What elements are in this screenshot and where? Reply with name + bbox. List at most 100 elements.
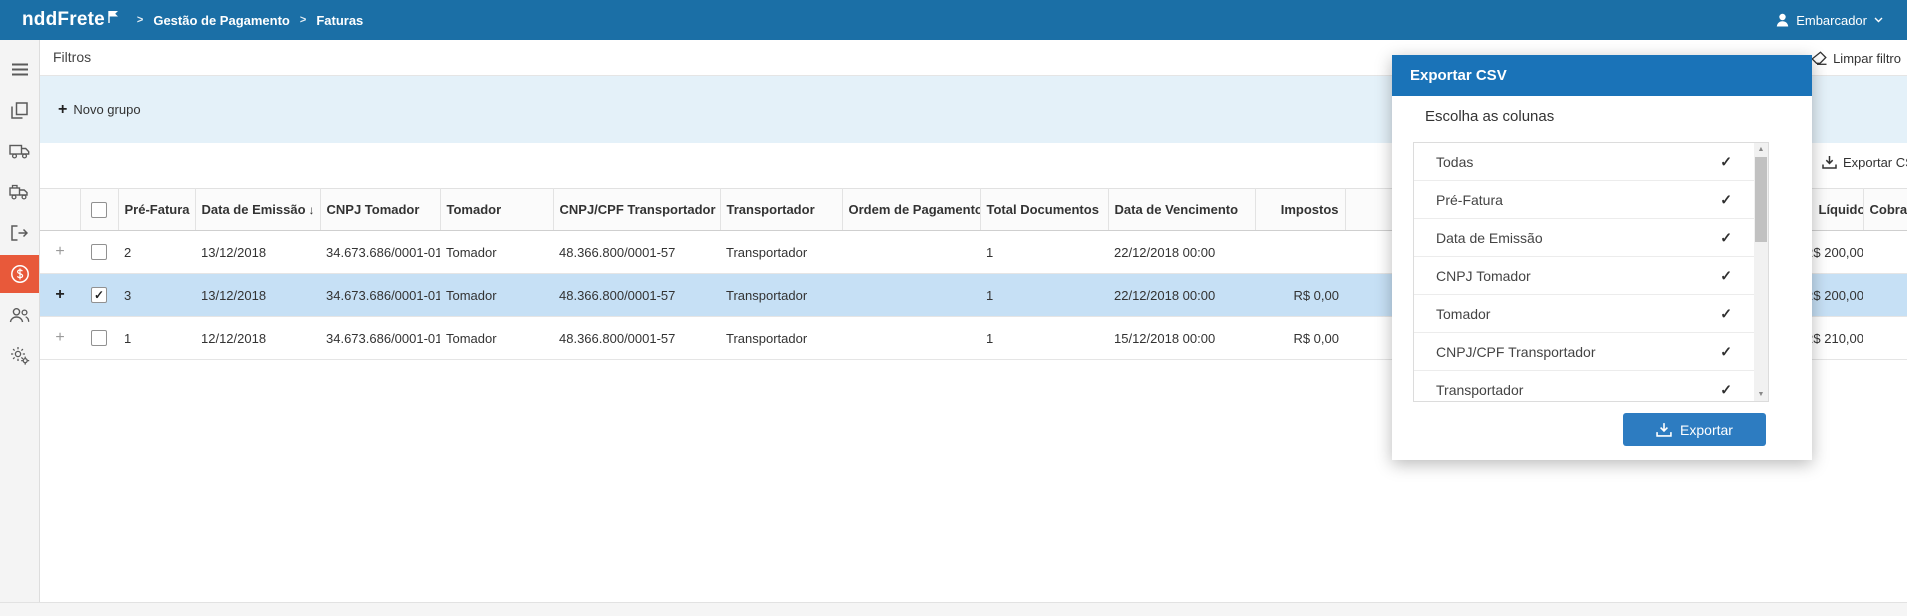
column-option-todas[interactable]: Todas ✓ — [1414, 143, 1768, 181]
cell-data-emissao: 13/12/2018 — [195, 230, 320, 274]
documents-icon — [11, 101, 28, 119]
column-options-list: Todas ✓ Pré-Fatura ✓ Data de Emissão ✓ C… — [1413, 142, 1769, 402]
cell-data-vencimento: 22/12/2018 00:00 — [1108, 273, 1255, 317]
column-header-cobranca[interactable]: Cobra — [1863, 188, 1907, 231]
modal-list-scrollbar[interactable]: ▲ ▼ — [1754, 143, 1768, 401]
sidebar-item-documents[interactable] — [0, 91, 39, 129]
eraser-icon — [1811, 51, 1827, 65]
export-button[interactable]: Exportar — [1623, 413, 1766, 446]
sidebar-item-truck[interactable] — [0, 132, 39, 170]
expand-row-icon[interactable]: + — [53, 286, 67, 304]
column-header-ordem-pagamento[interactable]: Ordem de Pagamento — [842, 188, 981, 231]
column-header-expand — [40, 188, 81, 231]
cell-cnpj-tomador: 34.673.686/0001-01 — [320, 273, 440, 317]
sidebar-item-truck-delivery[interactable] — [0, 173, 39, 211]
column-header-tomador[interactable]: Tomador — [440, 188, 554, 231]
modal-title: Exportar CSV — [1410, 67, 1507, 84]
cell-cnpj-tomador: 34.673.686/0001-01 — [320, 230, 440, 274]
export-csv-link[interactable]: Exportar CSV — [1822, 148, 1907, 176]
sort-descending-icon: ↓ — [308, 203, 315, 217]
export-icon — [11, 225, 28, 241]
breadcrumb: > Gestão de Pagamento > Faturas — [137, 13, 363, 28]
sidebar-item-users[interactable] — [0, 296, 39, 334]
cell-pre-fatura: 2 — [118, 230, 195, 274]
row-checkbox[interactable]: ✓ — [91, 287, 107, 304]
cell-cnpj-cpf-transportador: 48.366.800/0001-57 — [553, 273, 720, 317]
truck-icon — [9, 144, 30, 159]
cell-data-vencimento: 22/12/2018 00:00 — [1108, 230, 1255, 274]
cell-total-documentos: 1 — [980, 230, 1108, 274]
cell-pre-fatura: 1 — [118, 316, 195, 360]
cell-impostos: R$ 0,00 — [1255, 273, 1345, 317]
clear-filter-label: Limpar filtro — [1833, 50, 1901, 66]
cell-cnpj-cpf-transportador: 48.366.800/0001-57 — [553, 230, 720, 274]
select-all-checkbox[interactable] — [91, 201, 107, 218]
cell-cobranca — [1863, 273, 1907, 317]
column-header-cnpj-cpf-transportador[interactable]: CNPJ/CPF Transportador — [553, 188, 721, 231]
sidebar-item-menu[interactable] — [0, 50, 39, 88]
scroll-up-arrow[interactable]: ▲ — [1754, 143, 1768, 156]
breadcrumb-separator-icon: > — [136, 14, 144, 26]
column-header-total-documentos[interactable]: Total Documentos — [980, 188, 1109, 231]
cell-cobranca — [1863, 230, 1907, 274]
user-menu[interactable]: Embarcador — [1776, 0, 1883, 40]
checkbox-cell: ✓ — [80, 273, 118, 317]
column-header-cnpj-tomador[interactable]: CNPJ Tomador — [320, 188, 441, 231]
app-logo-text: nddFrete — [22, 9, 105, 30]
download-icon — [1822, 156, 1837, 169]
new-group-label: Novo grupo — [73, 102, 141, 117]
column-option-cnpj-cpf-transportador[interactable]: CNPJ/CPF Transportador ✓ — [1414, 333, 1768, 371]
expand-row-icon[interactable]: + — [53, 329, 67, 347]
app-root: nddFrete > Gestão de Pagamento > Faturas… — [0, 0, 1907, 616]
cell-tomador: Tomador — [440, 230, 553, 274]
column-option-data-emissao[interactable]: Data de Emissão ✓ — [1414, 219, 1768, 257]
horizontal-scrollbar[interactable] — [0, 602, 1907, 616]
sidebar — [0, 40, 40, 602]
row-checkbox[interactable] — [91, 244, 107, 261]
cell-ordem-pagamento — [842, 273, 980, 317]
cell-transportador: Transportador — [720, 316, 842, 360]
sidebar-item-export[interactable] — [0, 214, 39, 252]
column-header-pre-fatura[interactable]: Pré-Fatura — [118, 188, 196, 231]
scroll-down-arrow[interactable]: ▼ — [1754, 388, 1768, 401]
column-header-data-vencimento[interactable]: Data de Vencimento — [1108, 188, 1256, 231]
check-icon: ✓ — [1720, 153, 1732, 169]
row-checkbox[interactable] — [91, 330, 107, 347]
column-header-transportador[interactable]: Transportador — [720, 188, 843, 231]
scrollbar-thumb[interactable] — [1755, 157, 1767, 242]
check-icon: ✓ — [1720, 381, 1732, 397]
cell-ordem-pagamento — [842, 316, 980, 360]
check-icon: ✓ — [1720, 305, 1732, 321]
cell-tomador: Tomador — [440, 273, 553, 317]
truck-delivery-icon — [9, 184, 28, 200]
sidebar-item-payments[interactable] — [0, 255, 39, 293]
modal-subtitle: Escolha as colunas — [1425, 108, 1555, 125]
plus-icon: + — [58, 100, 68, 118]
column-header-data-emissao[interactable]: Data de Emissão ↓ — [195, 188, 321, 231]
breadcrumb-gestao-pagamento[interactable]: Gestão de Pagamento — [153, 13, 290, 28]
sidebar-item-settings[interactable] — [0, 337, 39, 375]
export-csv-link-label: Exportar CSV — [1843, 154, 1907, 170]
check-icon: ✓ — [1720, 343, 1732, 359]
column-header-select-all — [80, 188, 119, 231]
check-icon: ✓ — [1720, 267, 1732, 283]
column-option-tomador[interactable]: Tomador ✓ — [1414, 295, 1768, 333]
cell-impostos — [1255, 230, 1345, 274]
new-group-button[interactable]: + Novo grupo — [58, 100, 141, 118]
export-csv-modal: Exportar CSV Escolha as colunas Todas ✓ … — [1392, 55, 1812, 460]
column-option-pre-fatura[interactable]: Pré-Fatura ✓ — [1414, 181, 1768, 219]
breadcrumb-faturas[interactable]: Faturas — [316, 13, 363, 28]
clear-filter-button[interactable]: Limpar filtro — [1811, 40, 1901, 76]
filters-title: Filtros — [53, 49, 92, 65]
column-header-impostos[interactable]: Impostos — [1255, 188, 1346, 231]
column-option-transportador[interactable]: Transportador ✓ — [1414, 371, 1768, 401]
expand-cell: + — [40, 230, 80, 274]
chevron-down-icon — [1874, 17, 1883, 23]
expand-row-icon[interactable]: + — [53, 243, 67, 261]
checkbox-cell — [80, 230, 118, 274]
cell-transportador: Transportador — [720, 230, 842, 274]
breadcrumb-separator-icon: > — [299, 14, 307, 26]
column-option-cnpj-tomador[interactable]: CNPJ Tomador ✓ — [1414, 257, 1768, 295]
cell-data-vencimento: 15/12/2018 00:00 — [1108, 316, 1255, 360]
export-button-label: Exportar — [1680, 421, 1733, 438]
